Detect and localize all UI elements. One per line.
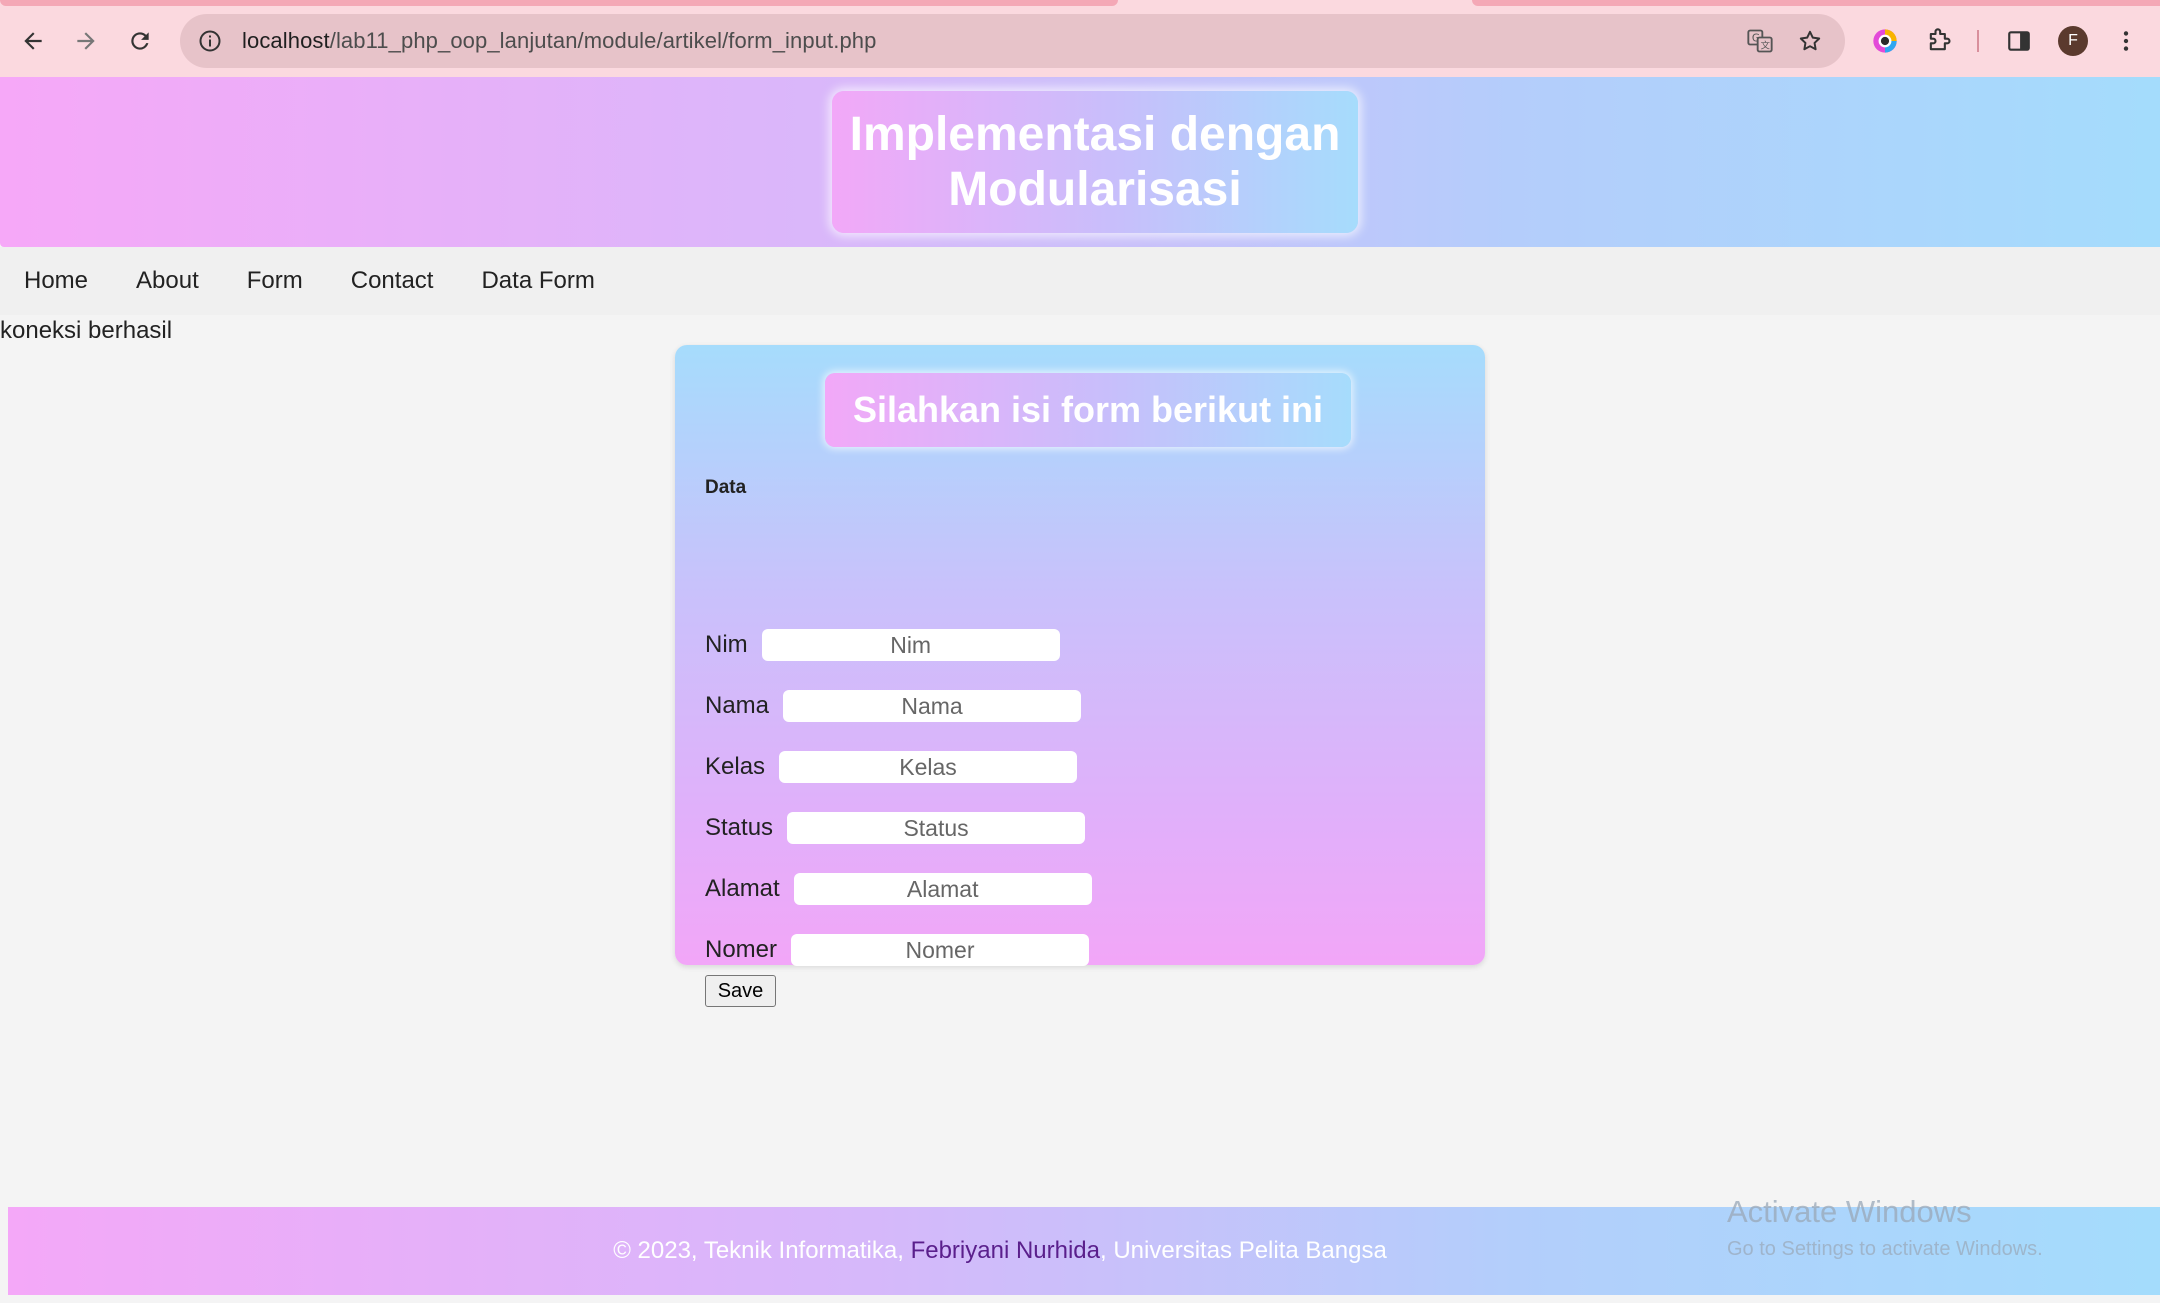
site-header: Implementasi dengan Modularisasi	[0, 77, 2160, 247]
page-title-line2: Modularisasi	[948, 163, 1242, 216]
translate-icon[interactable]: G文	[1738, 19, 1782, 63]
web-page: Implementasi dengan Modularisasi Home Ab…	[0, 77, 2160, 1303]
nama-input[interactable]	[783, 690, 1082, 722]
footer-author: Febriyani Nurhida	[910, 1237, 1100, 1264]
header-title-box: Implementasi dengan Modularisasi	[832, 91, 1358, 233]
connection-status: koneksi berhasil	[0, 317, 173, 344]
status-input[interactable]	[787, 812, 1086, 844]
color-extension-icon[interactable]	[1862, 18, 1908, 64]
address-bar[interactable]: localhost/lab11_php_oop_lanjutan/module/…	[180, 14, 1845, 68]
info-icon[interactable]	[188, 19, 232, 63]
watermark-subtitle: Go to Settings to activate Windows.	[1727, 1238, 2043, 1260]
kebab-menu-icon[interactable]	[2103, 18, 2149, 64]
nomer-label: Nomer	[705, 936, 778, 963]
tab-strip	[0, 0, 1118, 6]
nav-contact[interactable]: Contact	[327, 247, 458, 315]
browser-toolbar: localhost/lab11_php_oop_lanjutan/module/…	[0, 0, 2160, 77]
url-host: localhost	[242, 28, 330, 53]
nim-label: Nim	[705, 631, 748, 658]
footer-suffix: , Universitas Pelita Bangsa	[1100, 1237, 1387, 1264]
field-row-nama: Nama	[705, 686, 1082, 726]
field-row-kelas: Kelas	[705, 747, 1078, 787]
nama-label: Nama	[705, 692, 770, 719]
toolbar-divider	[1977, 30, 1979, 52]
form-title-box: Silahkan isi form berikut ini	[825, 373, 1351, 447]
alamat-label: Alamat	[705, 875, 780, 902]
page-title-line1: Implementasi dengan	[849, 108, 1341, 161]
form-card: Silahkan isi form berikut ini Data Nim N…	[675, 345, 1485, 1007]
nav-about[interactable]: About	[112, 247, 223, 315]
avatar: F	[2058, 26, 2088, 56]
footer-text: © 2023, Teknik Informatika, Febriyani Nu…	[613, 1237, 1387, 1265]
alamat-input[interactable]	[793, 873, 1092, 905]
svg-text:文: 文	[1761, 40, 1770, 52]
url-path: /lab11_php_oop_lanjutan/module/artikel/f…	[329, 28, 877, 53]
tab-strip	[1472, 0, 2160, 6]
reload-icon[interactable]	[117, 18, 163, 64]
nav-data-form[interactable]: Data Form	[457, 247, 618, 315]
field-row-nim: Nim	[705, 625, 1060, 665]
field-row-status: Status	[705, 808, 1086, 848]
field-row-alamat: Alamat	[705, 869, 1092, 909]
kelas-label: Kelas	[705, 753, 766, 780]
forward-arrow-icon[interactable]	[63, 18, 109, 64]
nav-form[interactable]: Form	[223, 247, 327, 315]
main-nav: Home About Form Contact Data Form	[0, 247, 2160, 315]
activate-windows-watermark: Activate Windows Go to Settings to activ…	[1727, 1194, 2043, 1261]
status-label: Status	[705, 814, 774, 841]
watermark-title: Activate Windows	[1727, 1194, 1972, 1229]
side-panel-icon[interactable]	[1996, 18, 2042, 64]
field-row-nomer: Nomer	[705, 930, 1090, 970]
footer-prefix: © 2023, Teknik Informatika,	[613, 1237, 911, 1264]
page-title: Implementasi dengan Modularisasi	[850, 107, 1341, 217]
nim-input[interactable]	[761, 629, 1060, 661]
kelas-input[interactable]	[779, 751, 1078, 783]
url-text: localhost/lab11_php_oop_lanjutan/module/…	[242, 28, 876, 54]
star-icon[interactable]	[1788, 19, 1832, 63]
nomer-input[interactable]	[791, 934, 1090, 966]
puzzle-icon[interactable]	[1916, 18, 1962, 64]
nav-home[interactable]: Home	[0, 247, 112, 315]
back-arrow-icon[interactable]	[10, 18, 56, 64]
profile-avatar[interactable]: F	[2050, 18, 2096, 64]
fieldset-legend: Data	[705, 477, 747, 498]
form-title: Silahkan isi form berikut ini	[852, 389, 1324, 430]
save-button[interactable]: Save	[705, 975, 776, 1007]
